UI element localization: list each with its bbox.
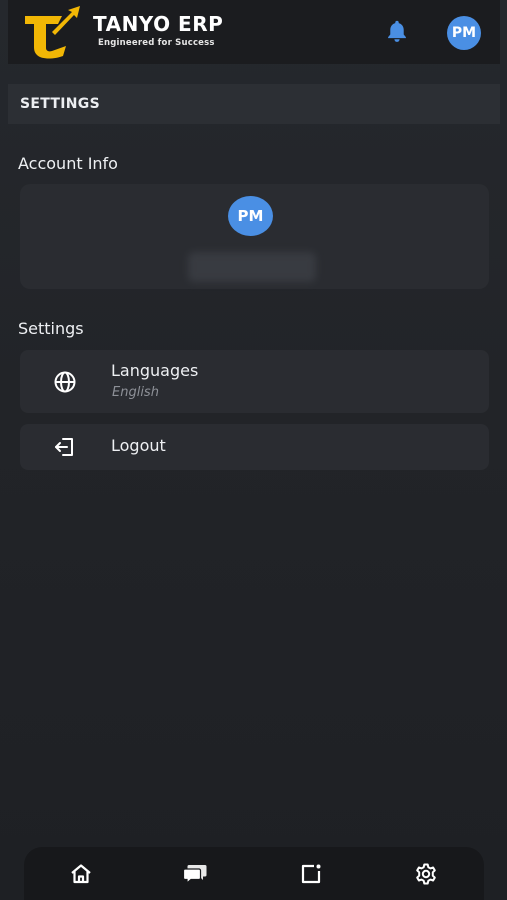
tanyo-logo-icon <box>25 6 80 59</box>
app-root: TANYO ERP Engineered for Success PM SETT… <box>0 0 507 900</box>
account-name-redacted <box>188 252 316 282</box>
page-title: SETTINGS <box>20 96 100 112</box>
globe-icon <box>52 369 78 395</box>
header-avatar[interactable]: PM <box>447 16 481 50</box>
languages-label: Languages <box>111 361 199 380</box>
logout-label: Logout <box>111 436 166 455</box>
gear-icon[interactable] <box>413 861 439 887</box>
account-avatar: PM <box>228 196 273 236</box>
bottom-nav <box>24 847 484 900</box>
brand-tagline: Engineered for Success <box>98 38 215 48</box>
home-icon[interactable] <box>68 861 94 887</box>
account-info-title: Account Info <box>18 154 118 173</box>
brand-name: TANYO ERP <box>93 12 224 36</box>
chat-icon[interactable] <box>182 861 208 887</box>
settings-group-title: Settings <box>18 319 84 338</box>
notes-icon[interactable] <box>298 861 324 887</box>
settings-item-logout[interactable]: Logout <box>20 424 489 470</box>
bell-icon[interactable] <box>384 18 410 44</box>
settings-section-bar: SETTINGS <box>8 84 500 124</box>
languages-value: English <box>112 385 159 400</box>
top-header: TANYO ERP Engineered for Success PM <box>8 0 500 64</box>
logout-icon <box>52 434 78 460</box>
settings-item-languages[interactable]: Languages English <box>20 350 489 413</box>
